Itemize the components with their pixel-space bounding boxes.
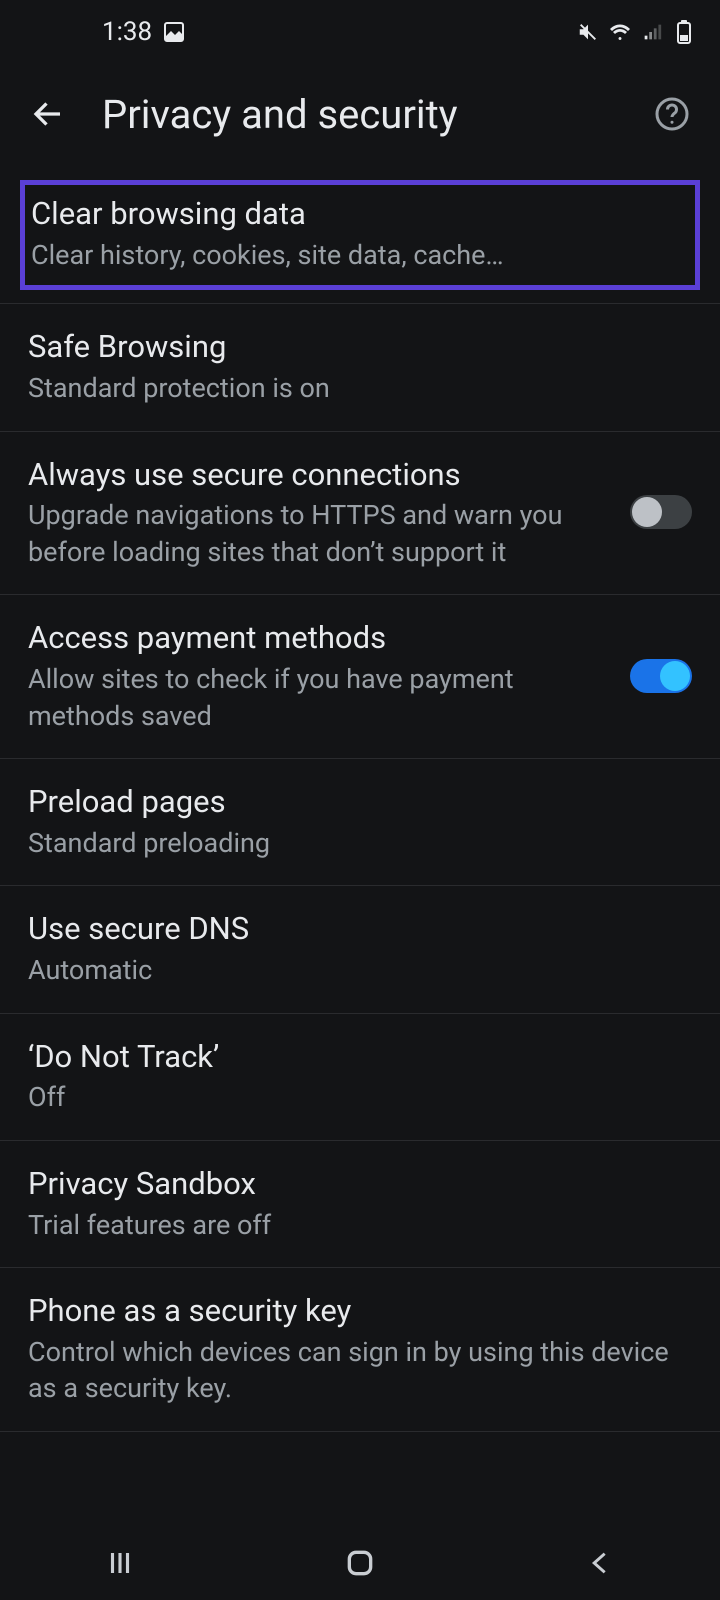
item-preload-pages[interactable]: Preload pages Standard preloading <box>0 759 720 886</box>
highlight-box: Clear browsing data Clear history, cooki… <box>20 180 700 290</box>
image-icon <box>162 20 186 44</box>
item-subtitle: Control which devices can sign in by usi… <box>28 1334 692 1407</box>
item-subtitle: Standard preloading <box>28 825 692 861</box>
item-use-secure-dns[interactable]: Use secure DNS Automatic <box>0 886 720 1013</box>
help-button[interactable] <box>652 94 692 134</box>
wifi-icon <box>608 20 632 44</box>
item-access-payment-methods[interactable]: Access payment methods Allow sites to ch… <box>0 595 720 759</box>
settings-list: Clear browsing data Clear history, cooki… <box>0 164 720 1432</box>
item-phone-security-key[interactable]: Phone as a security key Control which de… <box>0 1268 720 1432</box>
item-text: Safe Browsing Standard protection is on <box>28 326 692 406</box>
item-title: Privacy Sandbox <box>28 1163 692 1205</box>
item-text: Access payment methods Allow sites to ch… <box>28 617 610 734</box>
item-title: ‘Do Not Track’ <box>28 1036 692 1078</box>
item-title: Access payment methods <box>28 617 610 659</box>
item-title: Preload pages <box>28 781 692 823</box>
app-bar: Privacy and security <box>0 64 720 164</box>
item-privacy-sandbox[interactable]: Privacy Sandbox Trial features are off <box>0 1141 720 1268</box>
status-left: 1:38 <box>24 17 186 47</box>
item-subtitle: Upgrade navigations to HTTPS and warn yo… <box>28 497 610 570</box>
item-always-secure-connections[interactable]: Always use secure connections Upgrade na… <box>0 432 720 596</box>
nav-recents-button[interactable] <box>90 1543 150 1583</box>
toggle-knob <box>660 661 690 691</box>
item-title: Always use secure connections <box>28 454 610 496</box>
item-text: Preload pages Standard preloading <box>28 781 692 861</box>
item-text: Use secure DNS Automatic <box>28 908 692 988</box>
item-subtitle: Automatic <box>28 952 692 988</box>
item-clear-browsing-data[interactable]: Clear browsing data Clear history, cooki… <box>25 185 695 285</box>
item-subtitle: Clear history, cookies, site data, cache… <box>31 237 689 273</box>
item-text: Clear browsing data Clear history, cooki… <box>31 193 689 273</box>
item-text: Privacy Sandbox Trial features are off <box>28 1163 692 1243</box>
back-button[interactable] <box>28 94 68 134</box>
item-text: Phone as a security key Control which de… <box>28 1290 692 1407</box>
system-nav-bar <box>0 1526 720 1600</box>
item-title: Clear browsing data <box>31 193 689 235</box>
nav-home-button[interactable] <box>330 1543 390 1583</box>
nav-back-button[interactable] <box>570 1543 630 1583</box>
item-subtitle: Trial features are off <box>28 1207 692 1243</box>
divider <box>0 290 720 304</box>
toggle-knob <box>632 497 662 527</box>
signal-icon <box>640 20 664 44</box>
item-title: Phone as a security key <box>28 1290 692 1332</box>
item-title: Use secure DNS <box>28 908 692 950</box>
toggle-secure-connections[interactable] <box>630 495 692 529</box>
status-right <box>576 20 696 44</box>
item-text: ‘Do Not Track’ Off <box>28 1036 692 1116</box>
item-safe-browsing[interactable]: Safe Browsing Standard protection is on <box>0 304 720 431</box>
battery-icon <box>672 20 696 44</box>
mute-icon <box>576 20 600 44</box>
status-time: 1:38 <box>102 17 152 47</box>
item-title: Safe Browsing <box>28 326 692 368</box>
page-title: Privacy and security <box>102 91 618 138</box>
item-subtitle: Standard protection is on <box>28 370 692 406</box>
item-do-not-track[interactable]: ‘Do Not Track’ Off <box>0 1014 720 1141</box>
toggle-payment-methods[interactable] <box>630 659 692 693</box>
item-subtitle: Off <box>28 1079 692 1115</box>
item-text: Always use secure connections Upgrade na… <box>28 454 610 571</box>
status-bar: 1:38 <box>0 0 720 64</box>
item-subtitle: Allow sites to check if you have payment… <box>28 661 610 734</box>
